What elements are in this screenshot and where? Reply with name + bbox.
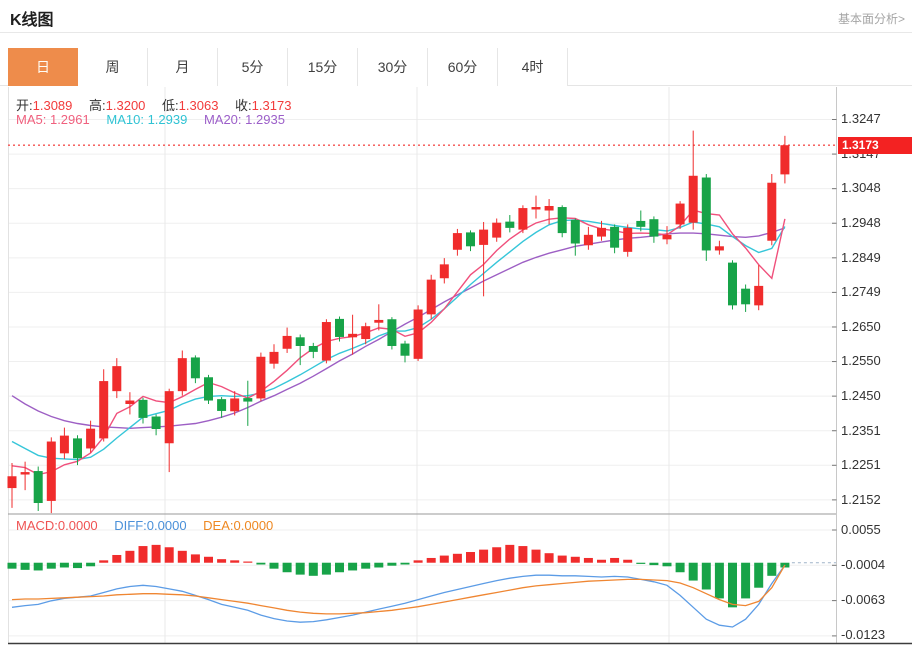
ma20-label: MA20: xyxy=(204,112,242,127)
close-label: 收: xyxy=(235,98,252,113)
high-label: 高: xyxy=(89,98,106,113)
y-axis-label: 1.2650 xyxy=(841,320,881,334)
tab-30min[interactable]: 30分 xyxy=(358,48,428,86)
macd-axis-label: -0.0063 xyxy=(841,593,885,607)
tab-month[interactable]: 月 xyxy=(148,48,218,86)
tab-60min[interactable]: 60分 xyxy=(428,48,498,86)
ma10-value: 1.2939 xyxy=(148,112,188,127)
low-label: 低: xyxy=(162,98,179,113)
header: K线图 基本面分析> xyxy=(0,0,912,33)
macd-value: 0.0000 xyxy=(58,518,98,533)
tab-day[interactable]: 日 xyxy=(8,48,78,86)
y-axis-label: 1.2152 xyxy=(841,493,881,507)
tab-15min[interactable]: 15分 xyxy=(288,48,358,86)
current-price-badge: 1.3173 xyxy=(838,137,912,154)
tab-week[interactable]: 周 xyxy=(78,48,148,86)
diff-label: DIFF: xyxy=(114,518,147,533)
macd-axis-label: -0.0004 xyxy=(841,558,885,572)
high-value: 1.3200 xyxy=(106,98,146,113)
interval-tab-bar: 日 周 月 5分 15分 30分 60分 4时 xyxy=(8,48,568,86)
close-value: 1.3173 xyxy=(252,98,292,113)
dea-label: DEA: xyxy=(203,518,233,533)
y-axis-label: 1.3048 xyxy=(841,181,881,195)
ma10-label: MA10: xyxy=(106,112,144,127)
tab-4hour[interactable]: 4时 xyxy=(498,48,568,86)
y-axis-label: 1.2849 xyxy=(841,251,881,265)
page-title: K线图 xyxy=(10,6,54,30)
macd-legend: MACD:0.0000 DIFF:0.0000 DEA:0.0000 xyxy=(16,518,286,533)
y-axis-label: 1.2351 xyxy=(841,424,881,438)
y-axis-label: 1.2450 xyxy=(841,389,881,403)
open-value: 1.3089 xyxy=(33,98,73,113)
y-axis-label: 1.2251 xyxy=(841,458,881,472)
open-label: 开: xyxy=(16,98,33,113)
low-value: 1.3063 xyxy=(179,98,219,113)
y-axis-label: 1.2948 xyxy=(841,216,881,230)
diff-value: 0.0000 xyxy=(147,518,187,533)
ma20-value: 1.2935 xyxy=(245,112,285,127)
macd-axis-label: 0.0055 xyxy=(841,523,881,537)
tab-5min[interactable]: 5分 xyxy=(218,48,288,86)
ma-legend: MA5: 1.2961 MA10: 1.2939 MA20: 1.2935 xyxy=(16,112,298,127)
y-axis-label: 1.3247 xyxy=(841,112,881,126)
ma5-label: MA5: xyxy=(16,112,46,127)
kline-page: K线图 基本面分析> 日 周 月 5分 15分 30分 60分 4时 开:1.3… xyxy=(0,0,912,647)
y-axis-label: 1.2550 xyxy=(841,354,881,368)
dea-value: 0.0000 xyxy=(234,518,274,533)
macd-axis-label: -0.0123 xyxy=(841,628,885,642)
ma5-value: 1.2961 xyxy=(50,112,90,127)
fundamental-analysis-link[interactable]: 基本面分析> xyxy=(838,10,905,27)
y-axis-label: 1.2749 xyxy=(841,285,881,299)
macd-label: MACD: xyxy=(16,518,58,533)
